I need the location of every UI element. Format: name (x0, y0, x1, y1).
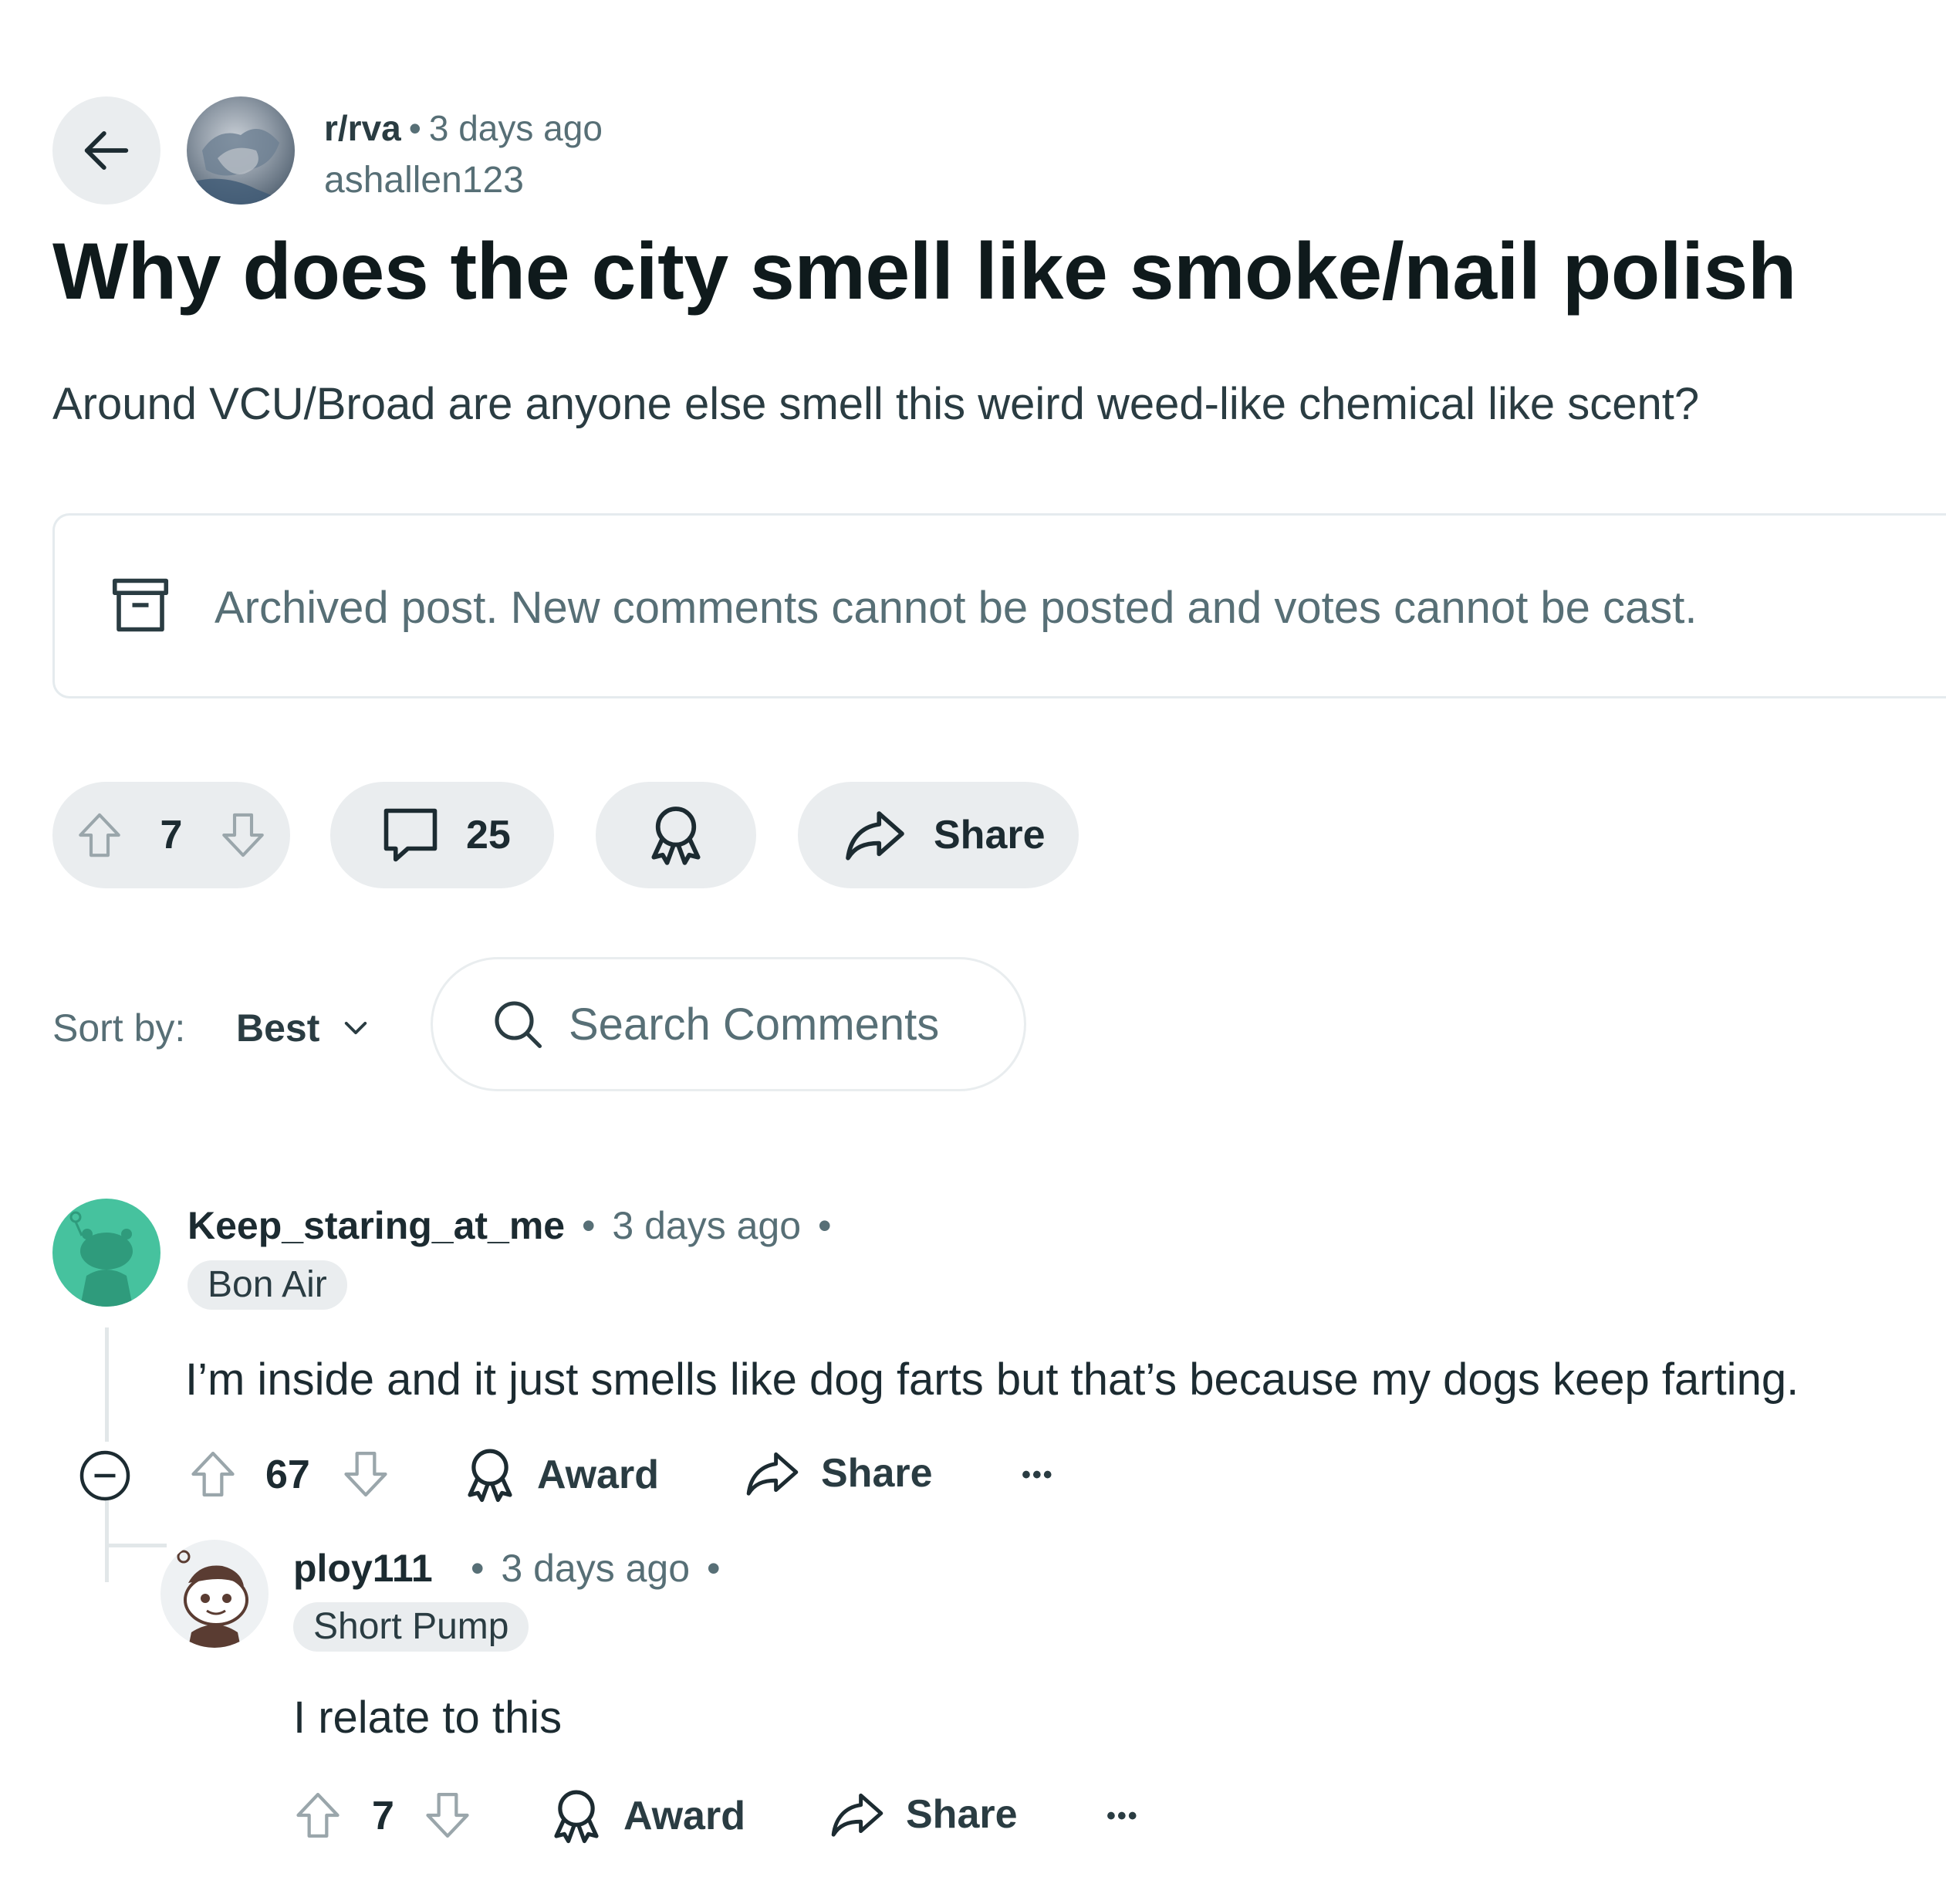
reply-time: 3 days ago (501, 1547, 691, 1590)
share-arrow-icon (744, 1445, 801, 1502)
vote-pill: 7 (52, 782, 290, 888)
reply-meta: • 3 days ago • (471, 1545, 720, 1591)
share-arrow-icon (829, 1786, 886, 1843)
arrow-down-outline-icon[interactable] (340, 1448, 392, 1500)
comment-time: 3 days ago (612, 1204, 802, 1247)
share-button[interactable]: Share (798, 782, 1079, 888)
minus-circle-icon[interactable] (77, 1448, 133, 1503)
comment-author[interactable]: Keep_staring_at_me (188, 1202, 565, 1249)
archived-notice: Archived post. New comments cannot be po… (215, 583, 1698, 633)
subreddit-link[interactable]: r/rva (324, 108, 401, 148)
share-label: Share (906, 1792, 1018, 1837)
speech-bubble-icon (378, 803, 443, 867)
share-arrow-icon (843, 803, 907, 867)
thread-line-reply (105, 1497, 109, 1582)
search-comments-box[interactable] (431, 957, 1026, 1091)
meta-separator: • (817, 1204, 832, 1247)
award-label: Award (537, 1453, 659, 1497)
reply-body: I relate to this (293, 1693, 563, 1743)
comment-count: 25 (466, 813, 511, 857)
user-flair: Short Pump (293, 1602, 529, 1652)
award-ribbon-icon (643, 802, 709, 868)
arrow-left-icon (77, 121, 136, 180)
more-options-button[interactable]: ••• (1022, 1451, 1054, 1499)
archive-box-icon (108, 573, 173, 637)
comment-share-button[interactable]: Share (744, 1445, 933, 1502)
thread-line (105, 1327, 109, 1442)
reply-more-options-button[interactable]: ••• (1106, 1792, 1139, 1840)
sort-dropdown[interactable]: Best (236, 1005, 372, 1051)
arrow-up-outline-icon[interactable] (292, 1789, 344, 1841)
post-author[interactable]: ashallen123 (324, 158, 524, 203)
back-button[interactable] (52, 96, 160, 205)
post-meta: r/rva • 3 days ago (324, 107, 603, 150)
award-ribbon-icon (546, 1786, 606, 1846)
search-comments-input[interactable] (567, 997, 971, 1051)
post-title: Why does the city smell like smoke/nail … (52, 227, 1796, 316)
comment-award-button[interactable]: Award (460, 1445, 659, 1505)
chevron-down-icon (340, 1012, 372, 1044)
arrow-down-outline-icon[interactable] (218, 810, 269, 861)
arrow-up-outline-icon[interactable] (74, 810, 125, 861)
reply-author[interactable]: ploy111 (293, 1545, 433, 1591)
arrow-up-outline-icon[interactable] (187, 1448, 239, 1500)
comment-body: I’m inside and it just smells like dog f… (185, 1354, 1799, 1405)
comment-meta: • 3 days ago • (582, 1202, 831, 1249)
user-flair: Bon Air (188, 1260, 347, 1310)
comments-button[interactable]: 25 (330, 782, 554, 888)
sort-value: Best (236, 1006, 320, 1050)
award-button[interactable] (596, 782, 756, 888)
sort-label: Sort by: (52, 1006, 186, 1050)
meta-separator: • (408, 108, 421, 148)
comment-vote-count: 67 (265, 1453, 310, 1497)
post-time: 3 days ago (428, 108, 603, 148)
reply-avatar[interactable] (160, 1540, 269, 1648)
award-ribbon-icon (460, 1445, 520, 1505)
reply-vote-count: 7 (372, 1794, 394, 1838)
arrow-down-outline-icon[interactable] (421, 1789, 474, 1841)
comment-avatar[interactable] (52, 1199, 160, 1307)
magnifier-icon (490, 996, 546, 1052)
award-label: Award (623, 1794, 745, 1838)
subreddit-avatar[interactable] (187, 96, 295, 205)
thread-connector (105, 1544, 167, 1547)
post-vote-count: 7 (160, 813, 183, 857)
meta-separator: • (471, 1547, 485, 1590)
reply-award-button[interactable]: Award (546, 1786, 745, 1846)
reply-share-button[interactable]: Share (829, 1786, 1018, 1843)
share-label: Share (821, 1451, 933, 1496)
meta-separator: • (582, 1204, 596, 1247)
post-body: Around VCU/Broad are anyone else smell t… (52, 379, 1700, 429)
share-label: Share (934, 813, 1046, 857)
meta-separator: • (706, 1547, 721, 1590)
